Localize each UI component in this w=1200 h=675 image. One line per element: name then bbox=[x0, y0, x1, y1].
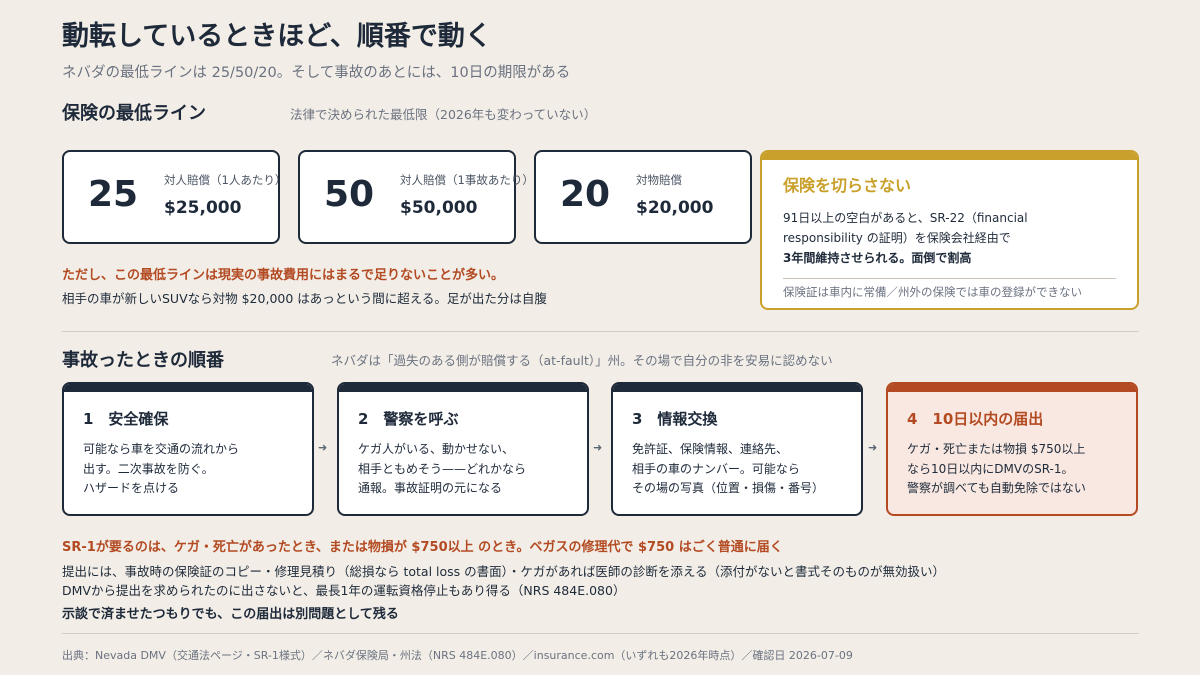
card-accent-bar bbox=[888, 384, 1136, 392]
step-card-exchange-info: 3 情報交換 免許証、保険情報、連絡先、 相手の車のナンバー。可能なら その場の… bbox=[611, 382, 863, 516]
lapse-title: 保険を切らさない bbox=[783, 176, 912, 195]
card-accent-bar bbox=[613, 384, 861, 392]
divider bbox=[783, 278, 1116, 279]
step-body: ケガ人がいる、動かせない、 相手ともめそう——どれかなら 通報。事故証明の元にな… bbox=[358, 440, 578, 499]
arrow-right-icon: ➜ bbox=[318, 441, 328, 454]
procedure-note: ネバダは「過失のある側が賠償する（at-fault）」州。その場で自分の非を安易… bbox=[331, 353, 833, 368]
step-line: ハザードを点ける bbox=[83, 481, 180, 495]
arrow-right-icon: ➜ bbox=[593, 441, 603, 454]
lapse-body-emphasis: 3年間維持させられる。面倒で割高 bbox=[783, 251, 972, 265]
step-body: 可能なら車を交通の流れから 出す。二次事故を防ぐ。 ハザードを点ける bbox=[83, 440, 303, 499]
step-line: 出す。二次事故を防ぐ。 bbox=[83, 461, 214, 476]
step-title: 4 10日以内の届出 bbox=[907, 410, 1044, 428]
step-line: ケガ・死亡または物損 $750以上 bbox=[907, 442, 1086, 456]
section-divider bbox=[62, 331, 1139, 332]
step-card-police: 2 警察を呼ぶ ケガ人がいる、動かせない、 相手ともめそう——どれかなら 通報。… bbox=[337, 382, 589, 516]
step-line: その場の写真（位置・損傷・番号） bbox=[632, 481, 825, 495]
minimum-card-amount: $20,000 bbox=[636, 198, 714, 218]
step-title: 2 警察を呼ぶ bbox=[358, 410, 459, 428]
minimum-card-amount: $50,000 bbox=[400, 198, 478, 218]
sr1-requirements: 提出には、事故時の保険証のコピー・修理見積り（総損なら total loss の… bbox=[62, 564, 946, 579]
footer-divider bbox=[62, 633, 1139, 634]
step-line: 通報。事故証明の元になる bbox=[358, 481, 503, 495]
lapse-footer: 保険証は車内に常備／州外の保険では車の登録ができない bbox=[783, 285, 1082, 299]
sr1-headline: SR-1が要るのは、ケガ・死亡があったとき、または物損が $750以上 のとき。… bbox=[62, 540, 783, 555]
card-accent-bar bbox=[64, 384, 312, 392]
card-accent-bar bbox=[762, 152, 1137, 160]
arrow-right-icon: ➜ bbox=[868, 441, 878, 454]
coverage-lapse-card: 保険を切らさない 91日以上の空白があると、SR-22（financial re… bbox=[760, 150, 1139, 310]
source-citation: 出典：Nevada DMV（交通法ページ・SR-1様式）／ネバダ保険局・州法（N… bbox=[62, 649, 853, 662]
step-body: ケガ・死亡または物損 $750以上 なら10日以内にDMVのSR-1。 警察が調… bbox=[907, 440, 1127, 499]
lapse-body-line: 91日以上の空白があると、SR-22（financial bbox=[783, 211, 1028, 225]
step-line: ケガ人がいる、動かせない、 bbox=[358, 442, 515, 456]
step-line: 可能なら車を交通の流れから bbox=[83, 442, 240, 456]
minimums-note: 法律で決められた最低限（2026年も変わっていない） bbox=[290, 107, 597, 122]
step-title: 1 安全確保 bbox=[83, 410, 169, 428]
procedure-heading: 事故ったときの順番 bbox=[62, 350, 224, 371]
step-line: 免許証、保険情報、連絡先、 bbox=[632, 442, 789, 456]
minimum-card-label: 対人賠償（1事故あたり） bbox=[400, 173, 534, 187]
minimum-card-property: 20 対物賠償 $20,000 bbox=[534, 150, 752, 244]
minimum-card-number: 50 bbox=[324, 174, 375, 215]
minimum-card-amount: $25,000 bbox=[164, 198, 242, 218]
step-line: 相手の車のナンバー。可能なら bbox=[632, 461, 800, 476]
minimum-card-number: 20 bbox=[560, 174, 611, 215]
minimum-card-bodily-per-accident: 50 対人賠償（1事故あたり） $50,000 bbox=[298, 150, 534, 244]
minimums-warning: ただし、この最低ラインは現実の事故費用にはまるで足りないことが多い。 bbox=[62, 268, 505, 283]
lapse-body: 91日以上の空白があると、SR-22（financial responsibil… bbox=[783, 208, 1083, 268]
minimum-card-bodily-per-person: 25 対人賠償（1人あたり） $25,000 bbox=[62, 150, 286, 244]
minimum-card-number: 25 bbox=[88, 174, 139, 215]
minimum-card-label: 対人賠償（1人あたり） bbox=[164, 173, 287, 187]
page-title: 動転しているときほど、順番で動く bbox=[62, 21, 492, 52]
step-line: 警察が調べても自動免除ではない bbox=[907, 481, 1086, 495]
step-line: なら10日以内にDMVのSR-1。 bbox=[907, 461, 1074, 476]
card-accent-bar bbox=[339, 384, 587, 392]
sr1-penalty: DMVから提出を求められたのに出さないと、最長1年の運転資格停止もあり得る（NR… bbox=[62, 583, 626, 598]
step-card-report: 4 10日以内の届出 ケガ・死亡または物損 $750以上 なら10日以内にDMV… bbox=[886, 382, 1138, 516]
minimums-heading: 保険の最低ライン bbox=[62, 103, 206, 124]
page-subtitle: ネバダの最低ラインは 25/50/20。そして事故のあとには、10日の期限がある bbox=[62, 65, 571, 81]
sr1-emphasis: 示談で済ませたつもりでも、この届出は別問題として残る bbox=[62, 607, 399, 622]
step-line: 相手ともめそう——どれかなら bbox=[358, 461, 527, 476]
step-card-safety: 1 安全確保 可能なら車を交通の流れから 出す。二次事故を防ぐ。 ハザードを点け… bbox=[62, 382, 314, 516]
minimums-warning-detail: 相手の車が新しいSUVなら対物 $20,000 はあっという間に超える。足が出た… bbox=[62, 291, 547, 306]
step-body: 免許証、保険情報、連絡先、 相手の車のナンバー。可能なら その場の写真（位置・損… bbox=[632, 440, 852, 499]
minimum-card-label: 対物賠償 bbox=[636, 173, 682, 187]
step-title: 3 情報交換 bbox=[632, 410, 718, 428]
lapse-body-line: responsibility の証明）を保険会社経由で bbox=[783, 231, 1011, 245]
